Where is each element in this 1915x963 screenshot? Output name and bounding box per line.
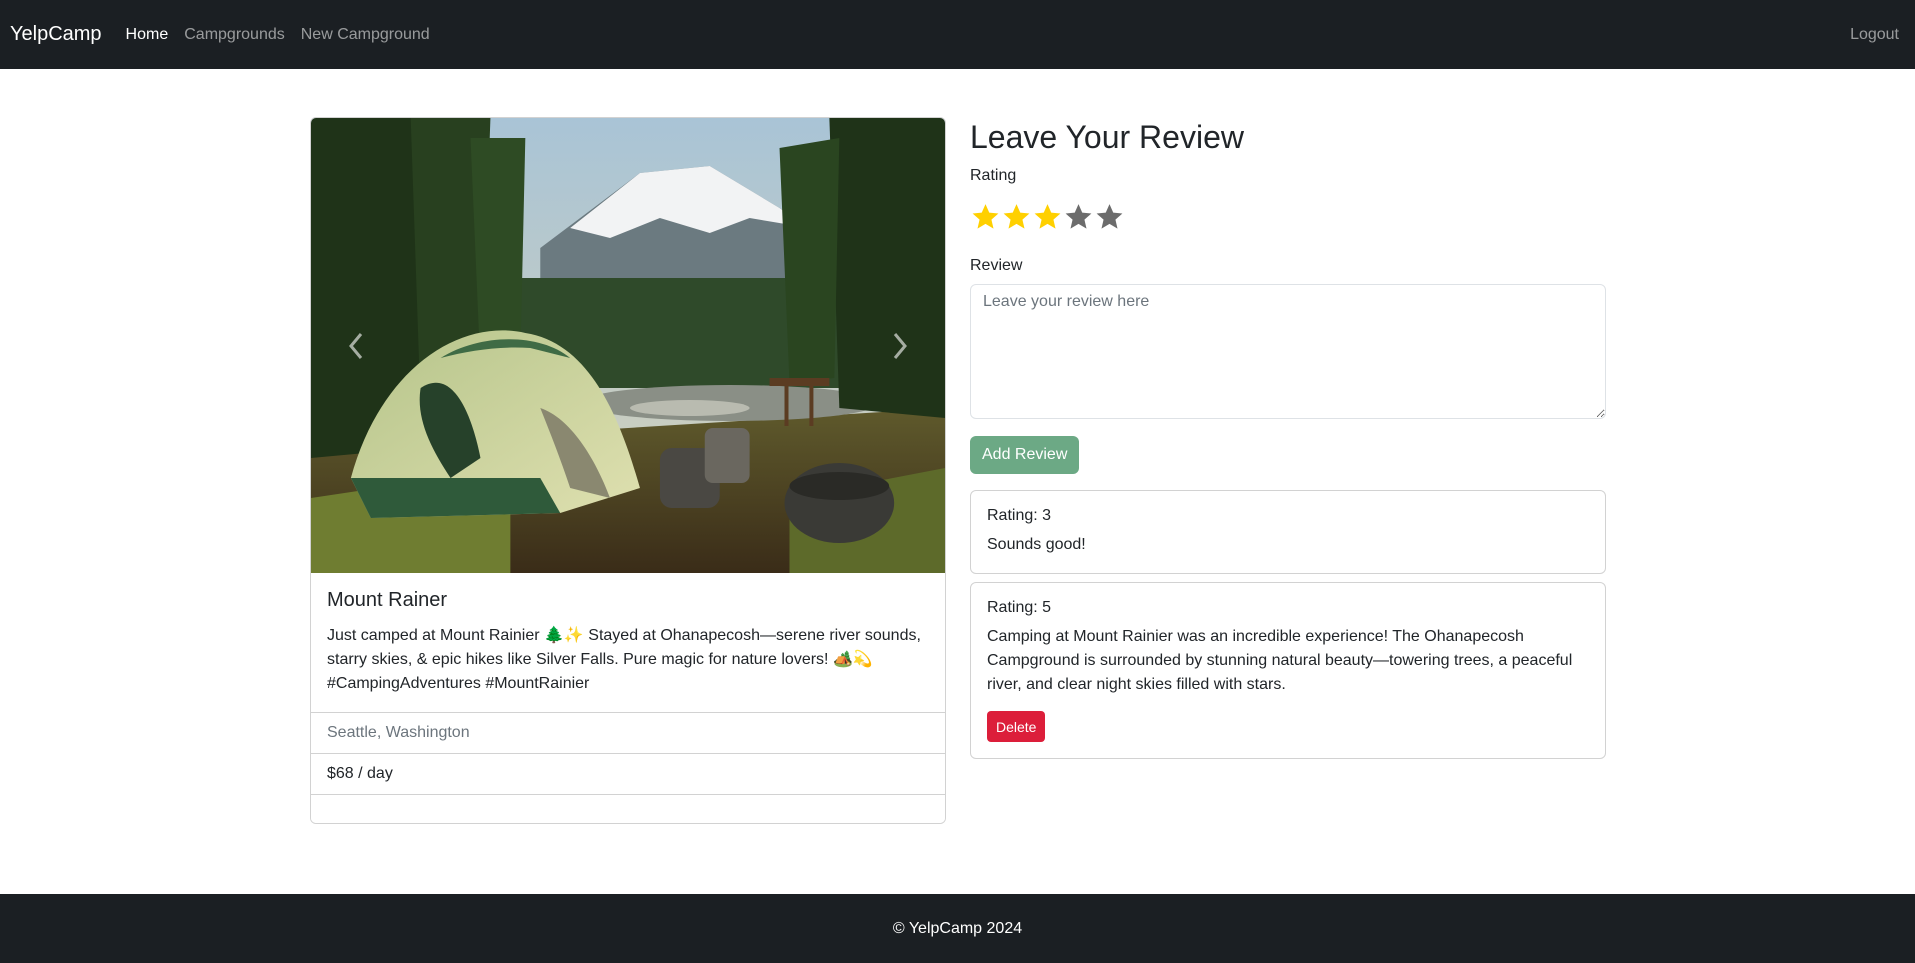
review-section: Leave Your Review Rating Review Add Revi… [970,117,1606,759]
nav-right: Logout [1850,0,1899,69]
chevron-left-icon [349,332,363,359]
review-rating: Rating: 5 [987,599,1052,616]
nav-link-campgrounds[interactable]: Campgrounds [184,26,285,44]
campground-photo [311,118,945,573]
chevron-right-icon [893,332,907,359]
carousel-prev-button[interactable] [311,118,401,573]
review-text: Camping at Mount Rainier was an incredib… [987,628,1573,693]
star-4-icon[interactable] [1063,201,1094,233]
card-footer [311,794,945,823]
review-text: Sounds good! [987,536,1086,553]
review-label: Review [970,257,1023,274]
star-2-icon[interactable] [1001,201,1032,233]
campground-title: Mount Rainer [327,589,448,611]
image-carousel [311,118,945,573]
nav-link-new-campground[interactable]: New Campground [301,26,430,44]
footer: © YelpCamp 2024 [0,894,1915,963]
star-1-icon[interactable] [970,201,1001,233]
footer-text: © YelpCamp 2024 [892,919,1023,937]
star-rating [970,201,1606,233]
review-card: Rating: 5 Camping at Mount Rainier was a… [970,582,1606,759]
campground-description: Just camped at Mount Rainier 🌲✨ Stayed a… [327,627,921,692]
navbar: YelpCamp Home Campgrounds New Campground… [0,0,1915,69]
review-card: Rating: 3 Sounds good! [970,490,1606,574]
campground-location: Seattle, Washington [311,712,945,753]
review-rating: Rating: 3 [987,507,1052,524]
add-review-button[interactable]: Add Review [970,436,1080,474]
card-body: Mount Rainer Just camped at Mount Rainie… [311,573,945,712]
star-5-icon[interactable] [1094,201,1125,233]
review-textarea[interactable] [970,284,1606,419]
delete-review-button[interactable]: Delete [987,711,1046,742]
carousel-next-button[interactable] [855,118,945,573]
review-heading: Leave Your Review [970,119,1244,155]
rating-label: Rating [970,167,1017,184]
campground-card: Mount Rainer Just camped at Mount Rainie… [310,117,946,824]
logout-link[interactable]: Logout [1850,26,1899,44]
brand-link[interactable]: YelpCamp [10,23,102,46]
nav-link-home[interactable]: Home [126,26,169,44]
campground-price: $68 / day [311,753,945,794]
star-3-icon[interactable] [1032,201,1063,233]
